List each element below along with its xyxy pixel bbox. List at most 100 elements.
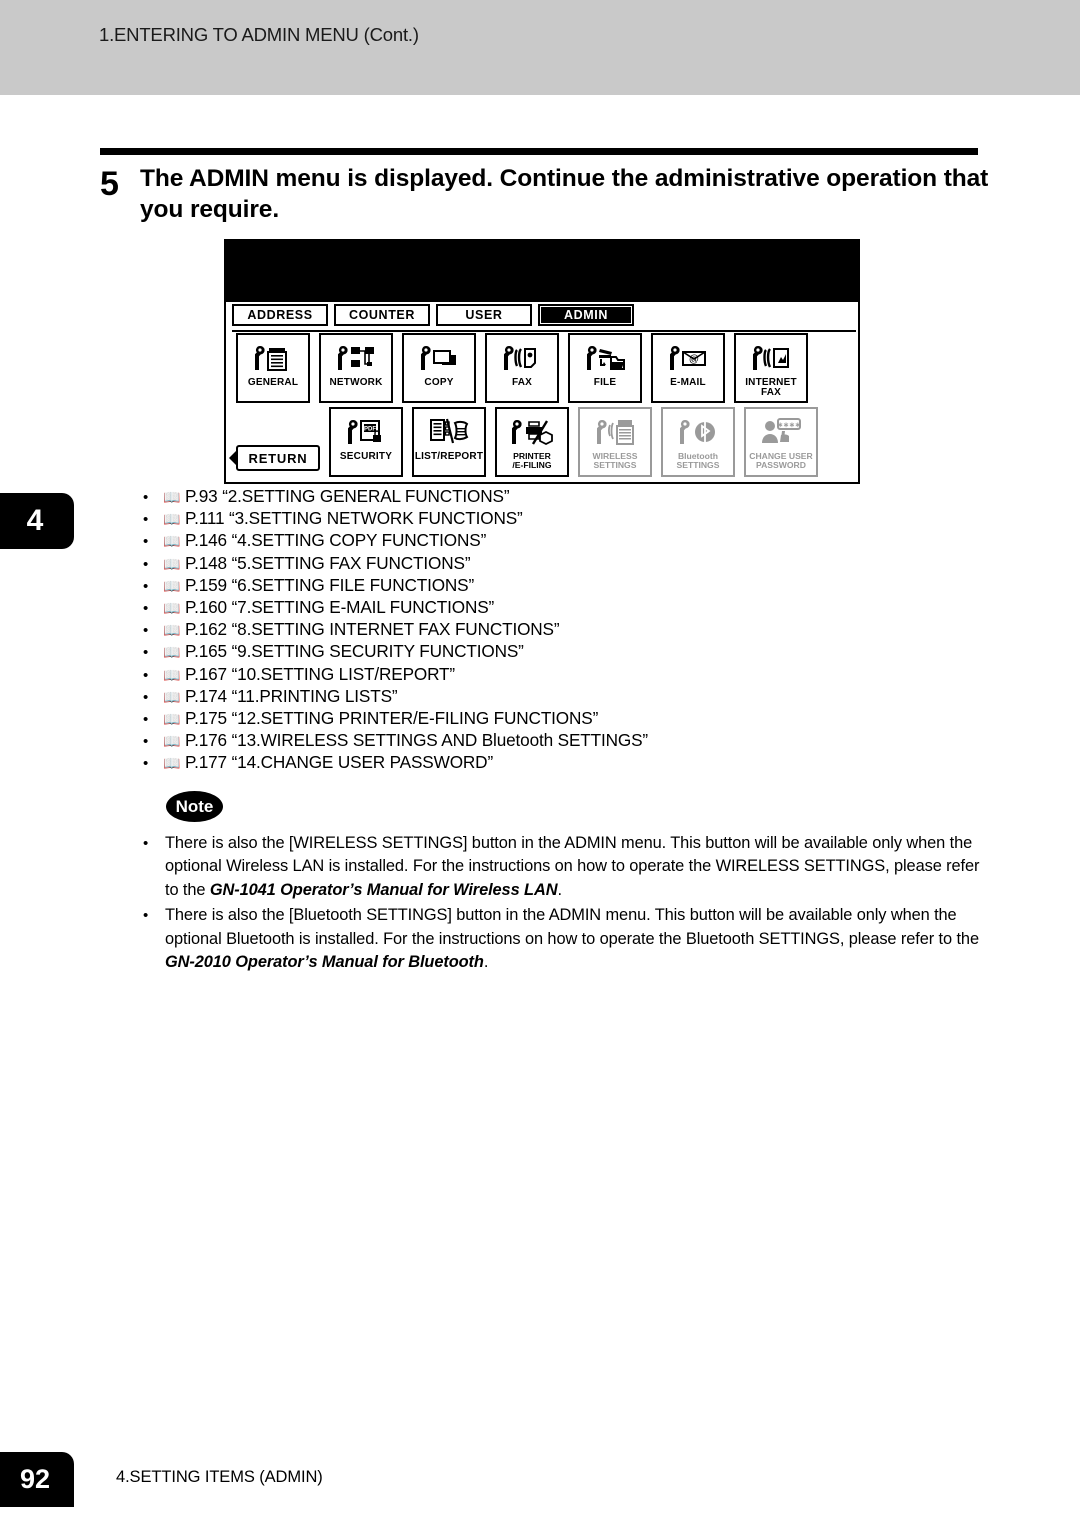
admin-button-list-report[interactable]: LIST/REPORT [412,407,486,477]
reference-item: • 📖 P.175 “12.SETTING PRINTER/E-FILING FUN… [143,708,903,730]
reference-item: • 📖 P.162 “8.SETTING INTERNET FAX FUNCTION… [143,619,903,641]
bullet-icon: • [143,600,149,618]
reference-title: “3.SETTING NETWORK FUNCTIONS” [229,508,523,529]
note-tail: . [557,880,562,899]
bullet-icon: • [143,622,149,640]
admin-button-label: E-MAIL [670,377,706,388]
svg-text:@: @ [689,354,699,365]
bullet-icon: • [143,733,149,751]
bullet-icon: • [143,688,149,706]
lcd-tab-admin[interactable]: ADMIN [538,304,634,326]
book-icon: 📖 [163,733,181,750]
wrench-copier-icon [253,338,293,378]
reference-title: “12.SETTING PRINTER/E-FILING FUNCTIONS” [231,708,599,729]
book-icon: 📖 [163,666,181,683]
reference-title: “10.SETTING LIST/REPORT” [231,663,456,684]
admin-button-label: COPY [424,377,454,388]
reference-item: • 📖 P.165 “9.SETTING SECURITY FUNCTIONS” [143,641,903,663]
reference-page: P.148 [185,552,227,573]
bullet-icon: • [143,907,149,925]
admin-button-security[interactable]: PDF SECURITY [329,407,403,477]
bullet-icon: • [143,666,149,684]
return-button-label: RETURN [248,450,308,466]
reference-title: “7.SETTING E-MAIL FUNCTIONS” [231,597,495,618]
note-item: • There is also the [WIRELESS SETTINGS] b… [143,832,993,902]
bullet-icon: • [143,577,149,595]
wrench-email-icon: @ [668,338,708,378]
reference-title: “8.SETTING INTERNET FAX FUNCTIONS” [231,619,560,640]
reference-item: • 📖 P.176 “13.WIRELESS SETTINGS AND Blueto… [143,730,903,752]
admin-button-row-1: GENERAL NETWORK COPY FAX FILE @ E-MAIL INTERNET… [226,333,858,407]
lcd-tab-user[interactable]: USER [436,304,532,326]
lcd-tab-bar[interactable]: ADDRESS COUNTER USER ADMIN [232,304,858,330]
admin-button-label: CHANGE USER PASSWORD [749,451,813,470]
book-icon: 📖 [163,600,181,617]
step-heading: 5 The ADMIN menu is displayed. Continue … [100,163,990,226]
wrench-copy-icon [419,338,459,378]
reference-page: P.174 [185,685,227,706]
wrench-file-icon [585,338,625,378]
note-lead: There is also the [Bluetooth SETTINGS] b… [165,906,979,948]
footer-page-tab: 92 [0,1452,74,1507]
note-tail: . [483,953,489,972]
lcd-status-area [226,241,858,302]
book-icon: 📖 [163,644,181,661]
wrench-internetfax-icon [751,338,791,378]
page-header-title: 1.ENTERING TO ADMIN MENU (Cont.) [99,24,419,45]
reference-item: • 📖 P.93 “2.SETTING GENERAL FUNCTIONS” [143,486,903,508]
reference-item: • 📖 P.146 “4.SETTING COPY FUNCTIONS” [143,530,903,552]
admin-button-label: PRINTER /E-FILING [512,451,552,470]
lcd-tab-counter[interactable]: COUNTER [334,304,430,326]
reference-title: “9.SETTING SECURITY FUNCTIONS” [231,641,524,662]
bullet-icon: • [143,533,149,551]
note-text: There is also the [WIRELESS SETTINGS] bu… [165,832,993,902]
reference-item: • 📖 P.111 “3.SETTING NETWORK FUNCTIONS” [143,508,903,530]
note-emphasis: GN-1041 Operator’s Manual for Wireless L… [209,880,558,899]
admin-button-e-mail[interactable]: @ E-MAIL [651,333,725,403]
wrench-pdf-lock-icon: PDF [346,412,386,452]
reference-page: P.93 [185,486,218,506]
reference-title: “4.SETTING COPY FUNCTIONS” [231,530,487,551]
reference-title: “5.SETTING FAX FUNCTIONS” [231,552,471,573]
book-icon: 📖 [163,711,181,728]
reference-page: P.177 [185,752,227,773]
reference-item: • 📖 P.148 “5.SETTING FAX FUNCTIONS” [143,553,903,575]
admin-button-network[interactable]: NETWORK [319,333,393,403]
admin-button-fax[interactable]: FAX [485,333,559,403]
svg-text:PDF: PDF [364,427,376,433]
admin-menu-lcd-panel: ADDRESS COUNTER USER ADMIN GENERAL NETWORK CO… [224,239,860,484]
reference-page: P.160 [185,597,227,618]
book-icon: 📖 [163,755,181,772]
book-icon: 📖 [163,533,181,550]
note-emphasis: GN-2010 Operator’s Manual for Bluetooth [165,953,484,972]
reference-title: “11.PRINTING LISTS” [231,685,398,706]
lcd-tab-address[interactable]: ADDRESS [232,304,328,326]
admin-button-bluetooth-settings: Bluetooth SETTINGS [661,407,735,477]
admin-button-copy[interactable]: COPY [402,333,476,403]
return-button[interactable]: RETURN [229,445,320,471]
lcd-tab-label: ADMIN [564,308,608,322]
wrench-bluetooth-icon [678,412,718,452]
admin-button-label: FILE [593,377,617,388]
footer-page-number: 92 [19,1464,51,1494]
note-item: • There is also the [Bluetooth SETTINGS] … [143,904,993,974]
page-header-band [0,0,1080,95]
bullet-icon: • [143,711,149,729]
bullet-icon: • [143,511,149,529]
admin-button-file[interactable]: FILE [568,333,642,403]
admin-button-general[interactable]: GENERAL [236,333,310,403]
step-text: The ADMIN menu is displayed. Continue th… [140,165,989,224]
lcd-tab-label: USER [465,308,503,322]
note-badge: Note [166,791,223,822]
reference-page: P.111 [185,508,225,529]
reference-item: • 📖 P.160 “7.SETTING E-MAIL FUNCTIONS” [143,597,903,619]
admin-button-label: WIRELESS SETTINGS [592,451,638,470]
reference-item: • 📖 P.159 “6.SETTING FILE FUNCTIONS” [143,575,903,597]
wrench-printer-efiling-icon [510,412,554,452]
admin-button-internet-fax[interactable]: INTERNET FAX [734,333,808,403]
admin-button-printer-e-filing[interactable]: PRINTER /E-FILING [495,407,569,477]
book-icon: 📖 [163,688,181,705]
reference-page: P.165 [185,641,227,662]
chapter-tab-number: 4 [26,504,44,537]
svg-text:∗∗∗∗: ∗∗∗∗ [777,422,801,429]
